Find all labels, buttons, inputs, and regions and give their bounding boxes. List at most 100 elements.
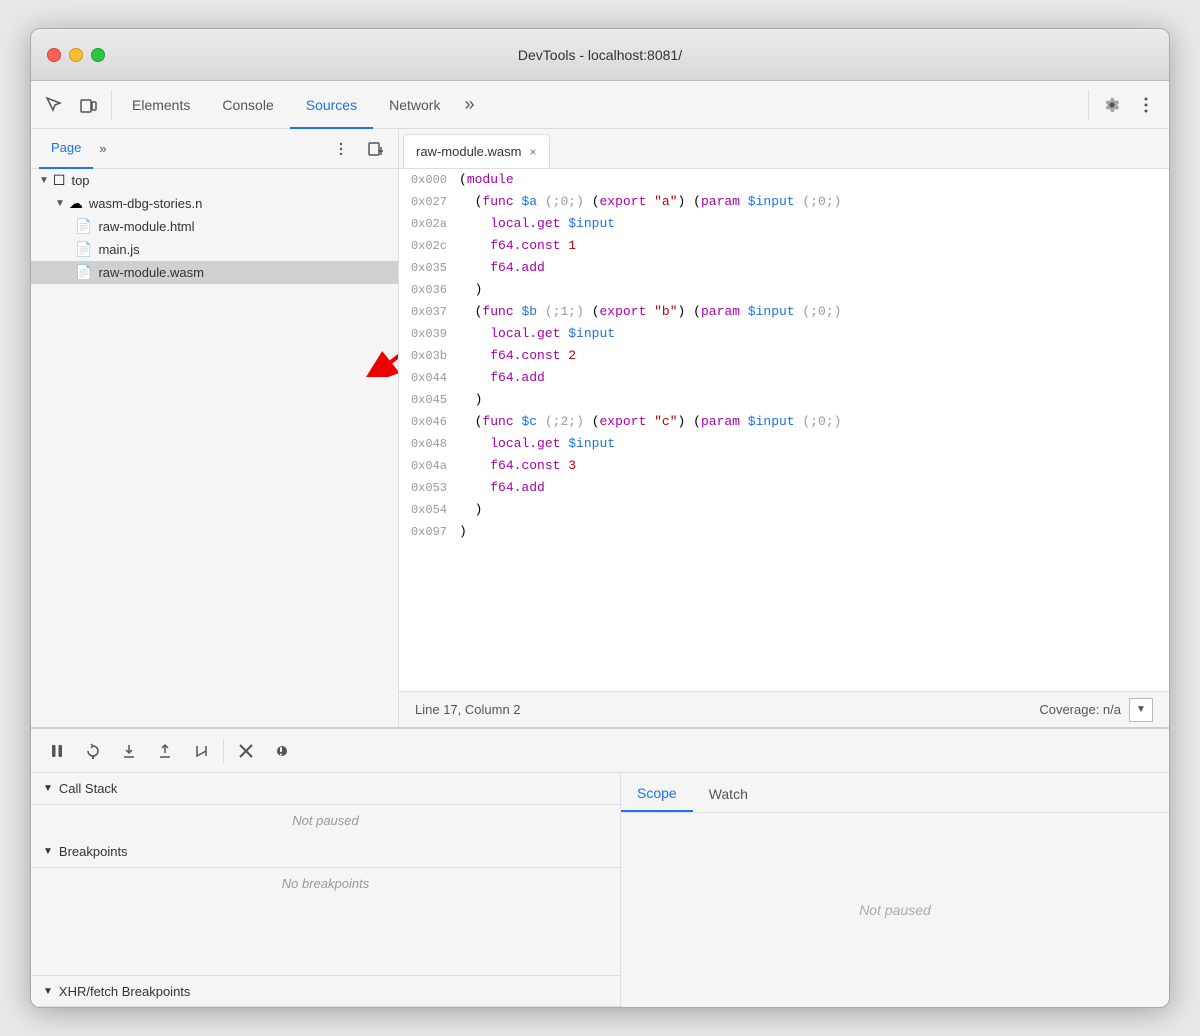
main-tabs: Elements Console Sources Network » xyxy=(116,81,1088,129)
minimize-button[interactable] xyxy=(69,48,83,62)
sources-more-tabs[interactable]: » xyxy=(93,141,112,156)
scope-tab-watch[interactable]: Watch xyxy=(693,776,764,812)
titlebar: DevTools - localhost:8081/ xyxy=(31,29,1169,81)
deactivate-breakpoints-button[interactable] xyxy=(232,737,260,765)
window-title: DevTools - localhost:8081/ xyxy=(518,47,682,63)
call-stack-header[interactable]: ▼ Call Stack xyxy=(31,773,620,805)
tab-sources[interactable]: Sources xyxy=(290,81,373,129)
step-into-button[interactable] xyxy=(115,737,143,765)
xhr-breakpoints-header[interactable]: ▼ XHR/fetch Breakpoints xyxy=(31,975,620,1007)
code-line: 0x02c f64.const 1 xyxy=(399,235,1169,257)
code-tab-close-icon[interactable]: × xyxy=(529,145,536,159)
text-token xyxy=(459,436,490,451)
line-address: 0x044 xyxy=(399,367,459,389)
text-token xyxy=(685,194,693,209)
domain-icon: ☁ xyxy=(69,195,83,212)
settings-icon[interactable] xyxy=(1097,90,1127,120)
text-token xyxy=(459,194,475,209)
instruction-token: f64.const xyxy=(490,348,560,363)
code-line: 0x000(module xyxy=(399,169,1169,191)
breakpoints-label: Breakpoints xyxy=(59,844,128,859)
code-line: 0x03b f64.const 2 xyxy=(399,345,1169,367)
code-line: 0x04a f64.const 3 xyxy=(399,455,1169,477)
line-address: 0x053 xyxy=(399,477,459,499)
more-options-icon[interactable] xyxy=(1131,90,1161,120)
keyword-token: export xyxy=(600,194,647,209)
text-token xyxy=(740,414,748,429)
code-area[interactable]: 0x000(module0x027 (func $a (;0;) (export… xyxy=(399,169,1169,691)
scope-empty: Not paused xyxy=(859,902,931,918)
tree-arrow-wasm: ▼ xyxy=(55,198,65,209)
line-content: (func $b (;1;) (export "b") (param $inpu… xyxy=(459,301,1169,323)
coverage-label: Coverage: n/a xyxy=(1039,702,1121,717)
code-line: 0x035 f64.add xyxy=(399,257,1169,279)
step-out-button[interactable] xyxy=(151,737,179,765)
line-content: ) xyxy=(459,389,1169,411)
instruction-token: local.get xyxy=(490,216,560,231)
line-content: ) xyxy=(459,279,1169,301)
keyword-token: param xyxy=(701,304,740,319)
status-right: Coverage: n/a ▼ xyxy=(1039,698,1153,722)
breakpoints-arrow: ▼ xyxy=(43,846,53,857)
tree-item-top[interactable]: ▼ ☐ top xyxy=(31,169,398,192)
text-token xyxy=(646,304,654,319)
tab-elements[interactable]: Elements xyxy=(116,81,206,129)
string-token: "a" xyxy=(654,194,677,209)
instruction-token: f64.const xyxy=(490,458,560,473)
devtools-window: DevTools - localhost:8081/ Elements Cons… xyxy=(30,28,1170,1008)
line-address: 0x046 xyxy=(399,411,459,433)
instruction-token: local.get xyxy=(490,436,560,451)
debug-toolbar xyxy=(31,729,1169,773)
step-over-button[interactable] xyxy=(79,737,107,765)
paren-token: ) xyxy=(475,502,483,517)
text-token xyxy=(646,194,654,209)
tree-item-wasm[interactable]: 📄 raw-module.wasm xyxy=(31,261,398,284)
more-options-sources-icon[interactable] xyxy=(326,134,356,164)
scope-tab-scope[interactable]: Scope xyxy=(621,776,693,812)
maximize-button[interactable] xyxy=(91,48,105,62)
tree-item-js[interactable]: 📄 main.js xyxy=(31,238,398,261)
paren-token: ( xyxy=(592,194,600,209)
keyword-token: func xyxy=(482,414,513,429)
paren-token: ( xyxy=(693,304,701,319)
code-line: 0x02a local.get $input xyxy=(399,213,1169,235)
coverage-dropdown-button[interactable]: ▼ xyxy=(1129,698,1153,722)
line-content: local.get $input xyxy=(459,213,1169,235)
device-toolbar-icon[interactable] xyxy=(73,90,103,120)
cursor-position: Line 17, Column 2 xyxy=(415,702,521,717)
step-button[interactable] xyxy=(187,737,215,765)
tab-console[interactable]: Console xyxy=(206,81,289,129)
inspect-icon[interactable] xyxy=(39,90,69,120)
paren-token: ) xyxy=(475,282,483,297)
tree-item-html[interactable]: 📄 raw-module.html xyxy=(31,215,398,238)
line-content: f64.add xyxy=(459,367,1169,389)
bottom-section: ▼ Call Stack Not paused ▼ Breakpoints No… xyxy=(31,727,1169,1007)
pause-button[interactable] xyxy=(43,737,71,765)
line-address: 0x097 xyxy=(399,521,459,543)
left-bottom-panel: ▼ Call Stack Not paused ▼ Breakpoints No… xyxy=(31,773,621,1007)
number-token: 2 xyxy=(568,348,576,363)
comment-token: (;1;) xyxy=(537,304,584,319)
instruction-token: f64.add xyxy=(490,260,545,275)
text-token xyxy=(459,370,490,385)
breakpoints-empty: No breakpoints xyxy=(282,876,369,891)
tab-network[interactable]: Network xyxy=(373,81,456,129)
varname-token: $c xyxy=(521,414,537,429)
line-content: f64.add xyxy=(459,477,1169,499)
text-token xyxy=(685,304,693,319)
tree-item-wasm-dbg[interactable]: ▼ ☁ wasm-dbg-stories.n xyxy=(31,192,398,215)
code-line: 0x054 ) xyxy=(399,499,1169,521)
close-button[interactable] xyxy=(47,48,61,62)
text-token xyxy=(459,304,475,319)
line-address: 0x03b xyxy=(399,345,459,367)
more-tabs-button[interactable]: » xyxy=(456,94,482,115)
new-source-icon[interactable] xyxy=(360,134,390,164)
paren-token: ( xyxy=(592,414,600,429)
code-tab-wasm[interactable]: raw-module.wasm × xyxy=(403,134,550,168)
breakpoints-header[interactable]: ▼ Breakpoints xyxy=(31,836,620,868)
file-tree: ▼ ☐ top ▼ ☁ wasm-dbg-stories.n 📄 raw-mod… xyxy=(31,169,398,727)
call-stack-content: Not paused xyxy=(31,805,620,836)
text-token xyxy=(584,194,592,209)
pause-on-exceptions-button[interactable] xyxy=(268,737,296,765)
sources-page-tab[interactable]: Page xyxy=(39,129,93,169)
